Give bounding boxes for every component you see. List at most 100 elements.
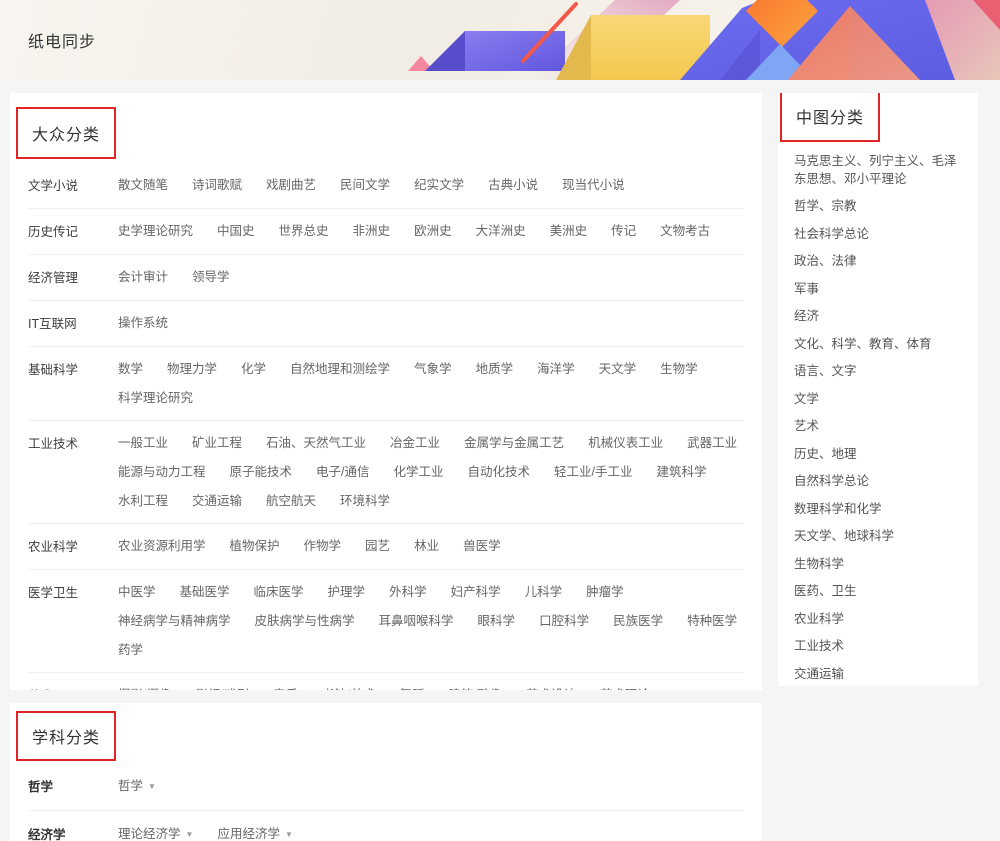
category-link[interactable]: 会计审计 (118, 270, 168, 284)
clc-item[interactable]: 政治、法律 (794, 248, 962, 276)
category-link[interactable]: 艺术设计 (526, 688, 576, 690)
category-link[interactable]: 皮肤病学与性病学 (255, 614, 355, 628)
category-link[interactable]: 自动化技术 (468, 465, 531, 479)
category-link[interactable]: 航空航天 (266, 494, 316, 508)
category-link[interactable]: 耳鼻咽喉科学 (379, 614, 454, 628)
category-link[interactable]: 环境科学 (340, 494, 390, 508)
category-link[interactable]: 操作系统 (118, 316, 168, 330)
category-link[interactable]: 金属学与金属工艺 (464, 436, 564, 450)
clc-item[interactable]: 文学 (794, 386, 962, 414)
category-link[interactable]: 传记 (611, 224, 636, 238)
category-link[interactable]: 科学理论研究 (118, 391, 193, 405)
category-link[interactable]: 园艺 (365, 539, 390, 553)
clc-item[interactable]: 经济 (794, 303, 962, 331)
category-link[interactable]: 水利工程 (118, 494, 168, 508)
category-link[interactable]: 兽医学 (463, 539, 501, 553)
category-link[interactable]: 林业 (414, 539, 439, 553)
category-link[interactable]: 植物保护 (230, 539, 280, 553)
category-link[interactable]: 非洲史 (353, 224, 391, 238)
row-label: 基础科学 (28, 362, 118, 405)
category-link[interactable]: 戏剧曲艺 (266, 178, 316, 192)
category-link[interactable]: 护理学 (328, 585, 366, 599)
clc-item[interactable]: 哲学、宗教 (794, 193, 962, 221)
category-link[interactable]: 领导学 (192, 270, 230, 284)
category-link[interactable]: 诗词歌赋 (192, 178, 242, 192)
category-link[interactable]: 史学理论研究 (118, 224, 193, 238)
category-link[interactable]: 艺术理论 (600, 688, 650, 690)
category-link[interactable]: 特种医学 (687, 614, 737, 628)
category-link[interactable]: 能源与动力工程 (118, 465, 206, 479)
category-link[interactable]: 肿瘤学 (586, 585, 624, 599)
category-link[interactable]: 生物学 (660, 362, 698, 376)
clc-item[interactable]: 工业技术 (794, 633, 962, 661)
category-link[interactable]: 石油、天然气工业 (266, 436, 366, 450)
clc-item[interactable]: 社会科学总论 (794, 221, 962, 249)
category-link[interactable]: 影视/戏剧 (195, 688, 248, 690)
category-link[interactable]: 欧洲史 (414, 224, 452, 238)
category-link[interactable]: 冶金工业 (390, 436, 440, 450)
category-link[interactable]: 作物学 (304, 539, 342, 553)
category-link[interactable]: 自然地理和测绘学 (290, 362, 390, 376)
clc-item[interactable]: 语言、文字 (794, 358, 962, 386)
clc-item[interactable]: 交通运输 (794, 661, 962, 687)
clc-item[interactable]: 农业科学 (794, 606, 962, 634)
clc-item[interactable]: 历史、地理 (794, 441, 962, 469)
category-link[interactable]: 交通运输 (192, 494, 242, 508)
category-link[interactable]: 民族医学 (613, 614, 663, 628)
clc-item[interactable]: 马克思主义、列宁主义、毛泽东思想、邓小平理论 (794, 148, 962, 193)
category-link[interactable]: 音乐 (273, 688, 298, 690)
category-link[interactable]: 口腔科学 (539, 614, 589, 628)
category-link[interactable]: 现当代小说 (562, 178, 625, 192)
category-link[interactable]: 一般工业 (118, 436, 168, 450)
category-link[interactable]: 民间文学 (340, 178, 390, 192)
category-link[interactable]: 药学 (118, 643, 143, 657)
category-link[interactable]: 散文随笔 (118, 178, 168, 192)
category-link[interactable]: 电子/通信 (316, 465, 369, 479)
category-link[interactable]: 世界总史 (279, 224, 329, 238)
category-link[interactable]: 建筑科学 (657, 465, 707, 479)
category-link[interactable]: 天文学 (599, 362, 637, 376)
category-link[interactable]: 书法/美术 (322, 688, 375, 690)
subject-dropdown-link[interactable]: 应用经济学▼ (217, 827, 292, 841)
category-link[interactable]: 美洲史 (550, 224, 588, 238)
category-link[interactable]: 原子能技术 (230, 465, 293, 479)
clc-item[interactable]: 艺术 (794, 413, 962, 441)
category-link[interactable]: 纪实文学 (414, 178, 464, 192)
category-link[interactable]: 舞蹈 (399, 688, 424, 690)
clc-item[interactable]: 医药、卫生 (794, 578, 962, 606)
category-link[interactable]: 武器工业 (687, 436, 737, 450)
category-link[interactable]: 临床医学 (254, 585, 304, 599)
category-link[interactable]: 矿业工程 (192, 436, 242, 450)
category-link[interactable]: 大洋洲史 (476, 224, 526, 238)
category-link[interactable]: 神经病学与精神病学 (118, 614, 231, 628)
category-link[interactable]: 数学 (118, 362, 143, 376)
clc-item[interactable]: 生物科学 (794, 551, 962, 579)
clc-item[interactable]: 自然科学总论 (794, 468, 962, 496)
clc-item[interactable]: 天文学、地球科学 (794, 523, 962, 551)
category-link[interactable]: 眼科学 (478, 614, 516, 628)
category-link[interactable]: 化学 (241, 362, 266, 376)
category-link[interactable]: 中国史 (217, 224, 255, 238)
category-link[interactable]: 古典小说 (488, 178, 538, 192)
clc-item[interactable]: 数理科学和化学 (794, 496, 962, 524)
clc-item[interactable]: 文化、科学、教育、体育 (794, 331, 962, 359)
category-link[interactable]: 海洋学 (537, 362, 575, 376)
category-link[interactable]: 基础医学 (180, 585, 230, 599)
category-link[interactable]: 气象学 (414, 362, 452, 376)
category-link[interactable]: 妇产科学 (451, 585, 501, 599)
category-link[interactable]: 轻工业/手工业 (554, 465, 632, 479)
clc-item[interactable]: 军事 (794, 276, 962, 304)
category-link[interactable]: 机械仪表工业 (588, 436, 663, 450)
category-link[interactable]: 建筑/雕像 (448, 688, 501, 690)
category-link[interactable]: 儿科学 (525, 585, 563, 599)
category-link[interactable]: 摄影/摄像 (118, 688, 171, 690)
category-link[interactable]: 物理力学 (167, 362, 217, 376)
subject-dropdown-link[interactable]: 哲学▼ (118, 779, 156, 794)
category-link[interactable]: 化学工业 (394, 465, 444, 479)
category-link[interactable]: 文物考古 (660, 224, 710, 238)
category-link[interactable]: 农业资源利用学 (118, 539, 206, 553)
subject-dropdown-link[interactable]: 理论经济学▼ (118, 827, 193, 841)
category-link[interactable]: 外科学 (389, 585, 427, 599)
category-link[interactable]: 地质学 (476, 362, 514, 376)
category-link[interactable]: 中医学 (118, 585, 156, 599)
